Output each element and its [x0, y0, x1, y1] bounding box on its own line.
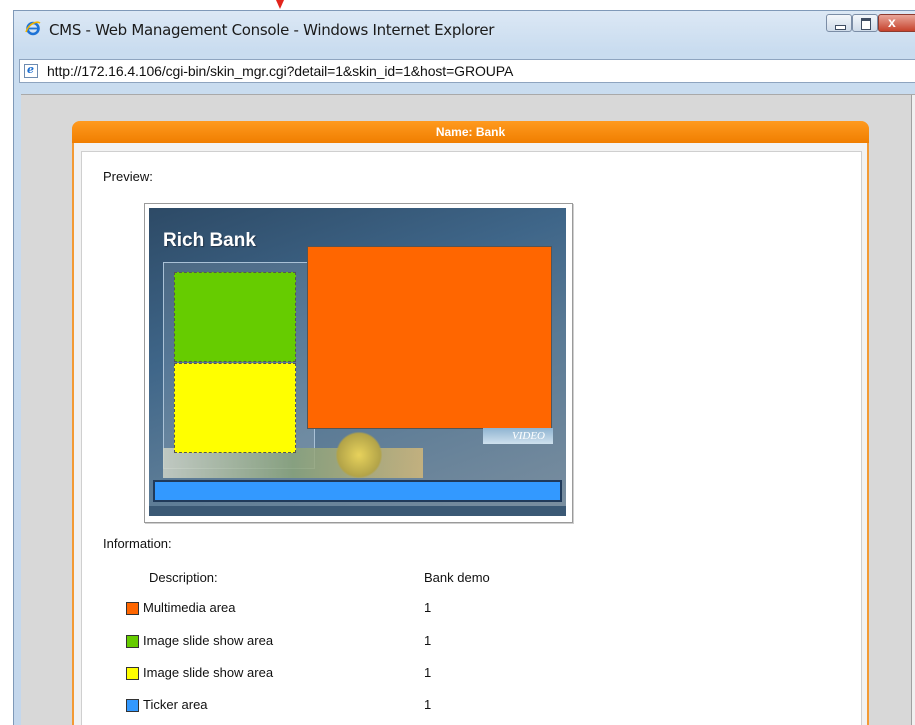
legend-row-label: Image slide show area [143, 633, 274, 648]
ticker-swatch [126, 699, 139, 712]
multimedia-zone [307, 246, 552, 429]
title-bar: CMS - Web Management Console - Windows I… [14, 11, 915, 45]
page-e-icon: e [24, 63, 38, 78]
url-text[interactable]: http://172.16.4.106/cgi-bin/skin_mgr.cgi… [47, 63, 513, 79]
skin-canvas: Rich Bank VIDEO [149, 208, 566, 516]
legend-row-label: Ticker area [143, 697, 208, 712]
information-label: Information: [103, 536, 172, 551]
multimedia-swatch [126, 602, 139, 615]
skin-decor-coins [329, 430, 389, 480]
legend-row-value: 1 [424, 697, 432, 712]
image-slideshow-zone-green [174, 272, 296, 362]
legend-row-label: Multimedia area [143, 600, 236, 615]
legend-row-label: Image slide show area [143, 665, 274, 680]
ie-logo-icon [25, 21, 41, 36]
browser-window: CMS - Web Management Console - Windows I… [13, 10, 915, 725]
video-tab-label: VIDEO [483, 428, 553, 444]
slideshow-green-swatch [126, 635, 139, 648]
card-header: Name: Bank [72, 121, 869, 143]
pointer-marker [276, 0, 284, 9]
description-label: Description: [149, 570, 218, 585]
skin-bottom-bar [149, 506, 566, 516]
maximize-button[interactable] [852, 14, 878, 32]
close-icon: x [888, 14, 896, 30]
skin-detail-card: Name: Bank Preview: Rich Bank VIDEO Info… [72, 121, 869, 725]
ticker-zone [153, 480, 562, 502]
window-title: CMS - Web Management Console - Windows I… [49, 21, 495, 39]
scrollbar[interactable] [911, 95, 915, 725]
page-content: Name: Bank Preview: Rich Bank VIDEO Info… [21, 94, 915, 725]
description-value: Bank demo [424, 570, 490, 585]
close-button[interactable]: x [878, 14, 915, 32]
legend-row-value: 1 [424, 633, 432, 648]
legend-row-value: 1 [424, 665, 432, 680]
image-slideshow-zone-yellow [174, 363, 296, 453]
minimize-button[interactable] [826, 14, 852, 32]
skin-preview: Rich Bank VIDEO [144, 203, 573, 523]
preview-label: Preview: [103, 169, 153, 184]
address-bar[interactable]: e http://172.16.4.106/cgi-bin/skin_mgr.c… [19, 59, 915, 83]
card-body: Preview: Rich Bank VIDEO Information: De… [81, 151, 862, 725]
slideshow-yellow-swatch [126, 667, 139, 680]
skin-title: Rich Bank [163, 230, 256, 251]
legend-row-value: 1 [424, 600, 432, 615]
